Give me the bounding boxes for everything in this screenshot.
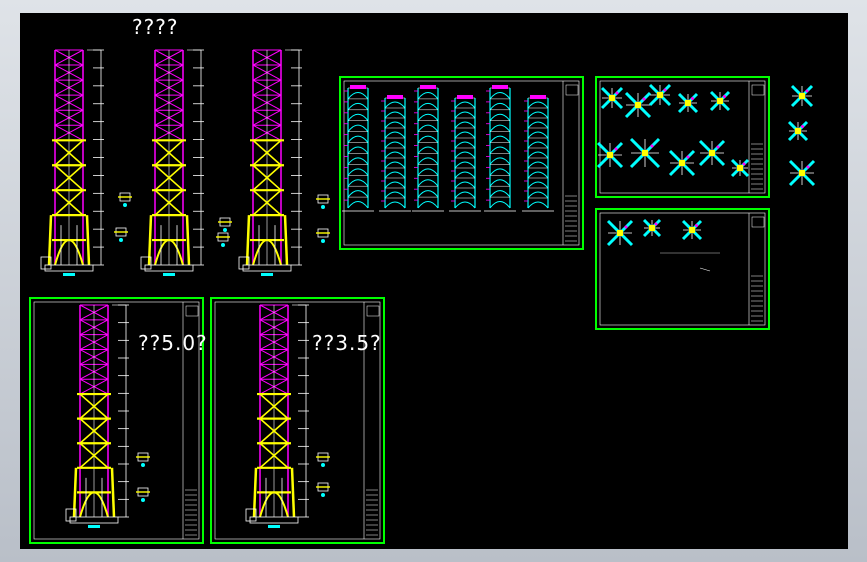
tower-elevation-3	[238, 49, 302, 276]
tower-elevation-3_5m	[245, 304, 309, 528]
tower-elevation-1	[40, 49, 104, 276]
detail-marker-7	[136, 452, 150, 467]
sheet-frame-node-details	[595, 208, 770, 330]
detail-marker-2	[114, 227, 128, 242]
detail-marker-3	[218, 217, 232, 232]
loose-joint-details	[787, 84, 816, 187]
main-title-text: ????	[132, 15, 179, 39]
detail-marker-8	[136, 487, 150, 502]
detail-marker-10	[316, 482, 330, 497]
detail-marker-5	[316, 194, 330, 209]
left-panel-title-text: ??5.0?	[138, 331, 208, 355]
tower-elevation-5m	[65, 304, 129, 528]
detail-marker-1	[118, 192, 132, 207]
cad-drawing	[29, 49, 816, 544]
sheet-frame-joint-details	[595, 76, 770, 198]
detail-marker-4	[216, 232, 230, 247]
detail-marker-9	[316, 452, 330, 467]
detail-marker-6	[316, 228, 330, 243]
tower-elevation-2	[140, 49, 204, 276]
sheet-frame-cyan-towers	[339, 76, 584, 250]
right-panel-title-text: ??3.5?	[312, 331, 382, 355]
drawing-canvas[interactable]: ???? ??5.0? ??3.5?	[20, 13, 848, 549]
application-frame: ???? ??5.0? ??3.5?	[0, 0, 867, 562]
